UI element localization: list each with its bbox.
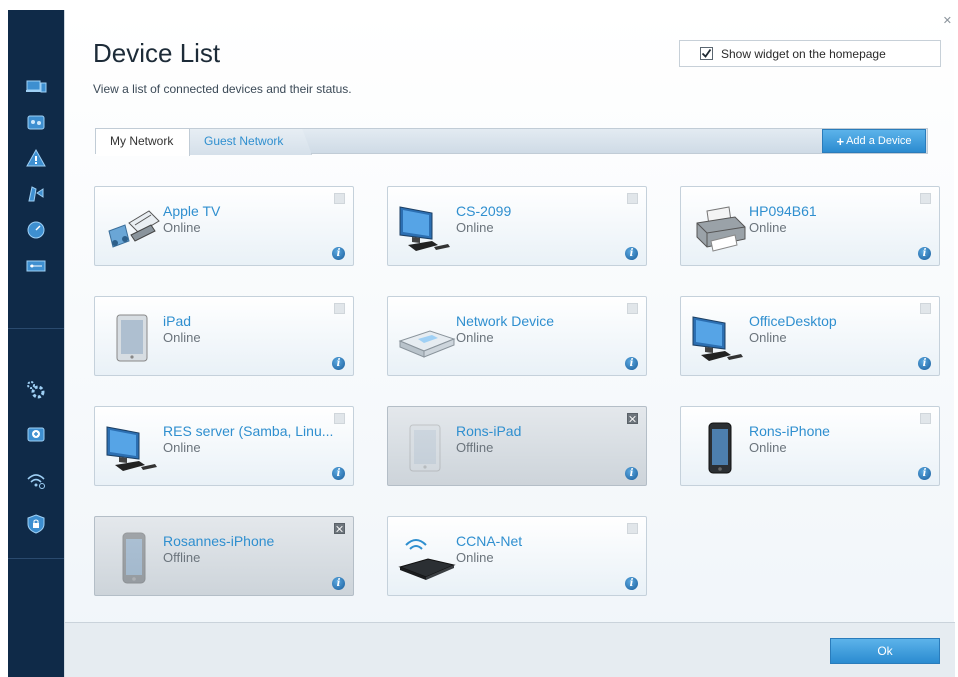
tab-guest-network[interactable]: Guest Network: [190, 129, 312, 155]
desktop-icon: [691, 311, 751, 367]
info-icon[interactable]: i: [332, 357, 345, 370]
tab-my-network[interactable]: My Network: [96, 129, 190, 156]
add-device-button[interactable]: + Add a Device: [822, 129, 926, 153]
device-list-panel: ✕ Device List View a list of connected d…: [64, 10, 955, 677]
printer-icon: [691, 201, 751, 257]
device-card[interactable]: CCNA-Net Online i: [387, 516, 647, 596]
device-card[interactable]: CS-2099 Online i: [387, 186, 647, 266]
device-card[interactable]: iPad Online i: [94, 296, 354, 376]
left-nav-rail: [8, 10, 64, 677]
device-status: Offline: [456, 440, 494, 455]
device-status: Online: [163, 330, 201, 345]
device-card[interactable]: Apple TV Online i: [94, 186, 354, 266]
device-name: iPad: [163, 313, 192, 329]
phone-icon: [105, 531, 165, 587]
device-card[interactable]: RES server (Samba, Linu... Online i: [94, 406, 354, 486]
tablet-icon: [105, 311, 165, 367]
info-icon[interactable]: i: [625, 577, 638, 590]
device-status: Online: [456, 220, 494, 235]
tablet-icon: [398, 421, 458, 477]
device-status: Online: [456, 330, 494, 345]
security-icon[interactable]: [8, 506, 64, 542]
media-icon: [105, 201, 165, 257]
device-status: Online: [163, 220, 201, 235]
device-card[interactable]: Rons-iPad Offline i: [387, 406, 647, 486]
device-name: Apple TV: [163, 203, 221, 219]
device-status: Online: [749, 220, 787, 235]
remove-device-icon[interactable]: [627, 303, 638, 314]
desktop-icon: [398, 201, 458, 257]
parental-controls-icon[interactable]: [8, 176, 64, 212]
info-icon[interactable]: i: [332, 247, 345, 260]
device-name: Rosannes-iPhone: [163, 533, 275, 549]
device-name: CCNA-Net: [456, 533, 523, 549]
network-device-icon: [398, 311, 458, 367]
ok-button[interactable]: Ok: [830, 638, 940, 664]
alert-icon[interactable]: [8, 140, 64, 176]
plus-icon: +: [836, 133, 845, 149]
remove-device-icon[interactable]: [334, 413, 345, 424]
info-icon[interactable]: i: [332, 577, 345, 590]
device-card[interactable]: Network Device Online i: [387, 296, 647, 376]
device-card[interactable]: HP094B61 Online i: [680, 186, 940, 266]
info-icon[interactable]: i: [625, 357, 638, 370]
device-status: Offline: [163, 550, 201, 565]
device-status: Online: [456, 550, 494, 565]
checkbox[interactable]: [700, 47, 713, 60]
phone-icon: [691, 421, 751, 477]
device-name: HP094B61: [749, 203, 817, 219]
remove-device-icon[interactable]: [627, 523, 638, 534]
remove-device-icon[interactable]: [334, 193, 345, 204]
device-name: RES server (Samba, Linu...: [163, 423, 334, 439]
footer-bar: Ok: [65, 622, 955, 677]
device-status: Online: [749, 440, 787, 455]
remove-device-icon[interactable]: [920, 303, 931, 314]
desktop-icon: [105, 421, 165, 477]
show-widget-label: Show widget on the homepage: [721, 46, 886, 61]
remove-device-icon[interactable]: [920, 413, 931, 424]
remove-device-icon[interactable]: [920, 193, 931, 204]
remove-device-icon[interactable]: [627, 193, 638, 204]
network-tabs: My Network Guest Network: [95, 128, 928, 156]
device-status: Online: [749, 330, 787, 345]
checkmark-icon: [701, 48, 712, 58]
device-card[interactable]: OfficeDesktop Online i: [680, 296, 940, 376]
speed-test-icon[interactable]: [8, 212, 64, 248]
devices-icon[interactable]: [8, 68, 64, 104]
info-icon[interactable]: i: [625, 247, 638, 260]
app-window: ✕ Device List View a list of connected d…: [0, 0, 958, 677]
remove-device-icon[interactable]: [627, 413, 638, 424]
device-name: Network Device: [456, 313, 555, 329]
device-card[interactable]: Rons-iPhone Online i: [680, 406, 940, 486]
settings-icon[interactable]: [8, 372, 64, 408]
add-device-label: Add a Device: [846, 135, 912, 147]
page-title: Device List: [93, 38, 221, 68]
device-name: Rons-iPad: [456, 423, 522, 439]
close-icon[interactable]: ✕: [943, 14, 952, 27]
remove-device-icon[interactable]: [334, 523, 345, 534]
info-icon[interactable]: i: [625, 467, 638, 480]
page-subtitle: View a list of connected devices and the…: [93, 82, 352, 96]
device-name: OfficeDesktop: [749, 313, 837, 329]
troubleshooting-icon[interactable]: [8, 416, 64, 452]
show-widget-toggle[interactable]: Show widget on the homepage: [679, 40, 941, 67]
usb-storage-icon[interactable]: [8, 248, 64, 284]
device-name: Rons-iPhone: [749, 423, 830, 439]
info-icon[interactable]: i: [918, 467, 931, 480]
network-map-icon[interactable]: [8, 104, 64, 140]
device-name: CS-2099: [456, 203, 512, 219]
device-card[interactable]: Rosannes-iPhone Offline i: [94, 516, 354, 596]
info-icon[interactable]: i: [918, 357, 931, 370]
device-status: Online: [163, 440, 201, 455]
info-icon[interactable]: i: [332, 467, 345, 480]
remove-device-icon[interactable]: [334, 303, 345, 314]
info-icon[interactable]: i: [918, 247, 931, 260]
wireless-icon[interactable]: [8, 462, 64, 498]
router-icon: [398, 531, 458, 587]
